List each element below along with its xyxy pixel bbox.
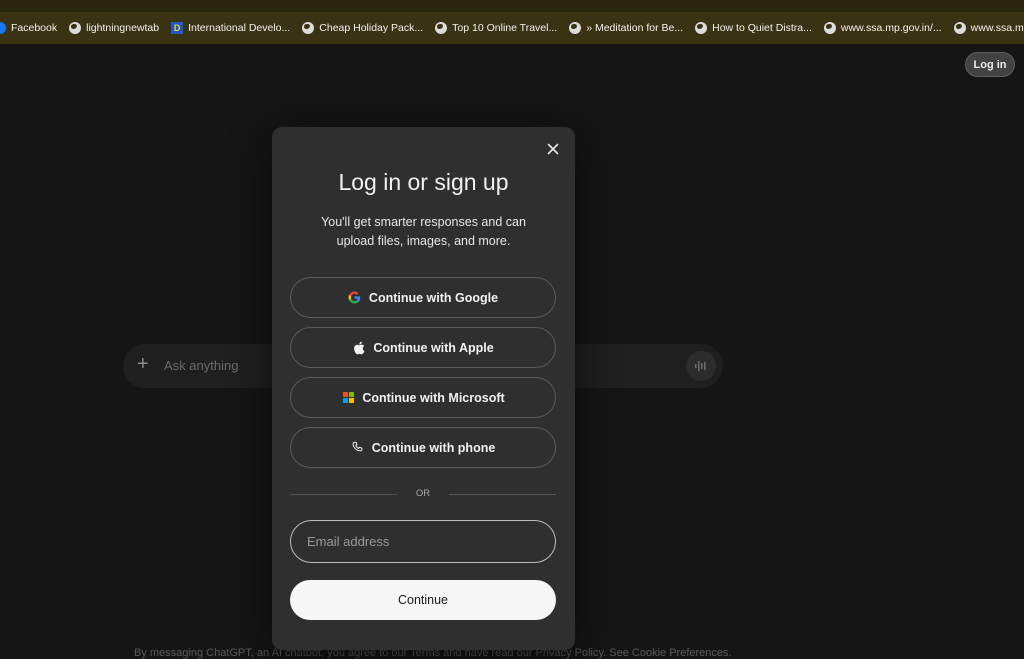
globe-icon	[69, 22, 82, 34]
bookmark-label: » Meditation for Be...	[586, 22, 684, 34]
apple-icon	[352, 341, 366, 355]
bookmark-lightningnewtab[interactable]: lightningnewtab	[63, 12, 165, 44]
globe-icon	[569, 22, 582, 34]
plus-icon[interactable]: +	[137, 353, 149, 376]
modal-subtitle: You'll get smarter responses and can upl…	[321, 215, 526, 248]
bookmark-quiet-distractions[interactable]: How to Quiet Distra...	[689, 12, 818, 44]
phone-icon	[351, 441, 365, 455]
voice-mode-button[interactable]	[686, 351, 716, 381]
header-login-button[interactable]: Log in	[965, 52, 1015, 77]
browser-top-strip	[0, 0, 1024, 12]
bookmark-international-development[interactable]: D International Develo...	[165, 12, 296, 44]
continue-with-microsoft-button[interactable]: Continue with Microsoft	[290, 377, 556, 418]
bookmark-label: lightningnewtab	[86, 22, 160, 34]
login-modal: Log in or sign up You'll get smarter res…	[272, 127, 575, 650]
bookmark-label: www.ssa.mp.gov.in/...	[840, 22, 942, 34]
globe-icon	[823, 22, 836, 34]
d-logo-icon: D	[171, 22, 184, 34]
divider-text: OR	[415, 488, 431, 499]
continue-button[interactable]: Continue	[290, 580, 556, 620]
continue-with-apple-button[interactable]: Continue with Apple	[290, 327, 556, 368]
globe-icon	[302, 22, 315, 34]
bookmark-meditation[interactable]: » Meditation for Be...	[563, 12, 689, 44]
apple-button-label: Continue with Apple	[373, 340, 494, 355]
globe-icon	[435, 22, 448, 34]
or-divider: OR	[290, 488, 556, 500]
bookmark-label: Cheap Holiday Pack...	[319, 22, 424, 34]
google-icon	[348, 291, 362, 305]
bookmark-top-10-travel[interactable]: Top 10 Online Travel...	[429, 12, 563, 44]
bookmark-label: How to Quiet Distra...	[712, 22, 812, 34]
ask-placeholder: Ask anything	[164, 358, 239, 373]
email-field[interactable]	[290, 520, 556, 563]
bookmark-label: International Develo...	[188, 22, 291, 34]
google-button-label: Continue with Google	[368, 290, 499, 305]
continue-with-google-button[interactable]: Continue with Google	[290, 277, 556, 318]
bookmarks-bar: Facebook lightningnewtab D International…	[0, 12, 1024, 44]
microsoft-icon	[341, 391, 355, 405]
modal-title: Log in or sign up	[338, 169, 509, 195]
bookmark-facebook[interactable]: Facebook	[0, 12, 63, 44]
facebook-icon	[0, 22, 6, 34]
bookmark-cheap-holiday[interactable]: Cheap Holiday Pack...	[296, 12, 429, 44]
close-icon[interactable]	[545, 141, 561, 157]
voice-wave-icon	[695, 361, 706, 371]
phone-button-label: Continue with phone	[371, 440, 496, 455]
bookmark-label: Top 10 Online Travel...	[452, 22, 558, 34]
bookmark-ssa-2[interactable]: www.ssa.mp.gov.in/...	[948, 12, 1024, 44]
globe-icon	[695, 22, 708, 34]
bookmark-label: www.ssa.mp.gov.in/...	[970, 22, 1024, 34]
continue-with-phone-button[interactable]: Continue with phone	[290, 427, 556, 468]
bookmark-ssa-1[interactable]: www.ssa.mp.gov.in/...	[818, 12, 948, 44]
microsoft-button-label: Continue with Microsoft	[362, 390, 505, 405]
globe-icon	[953, 22, 966, 34]
bookmark-label: Facebook	[11, 22, 58, 34]
